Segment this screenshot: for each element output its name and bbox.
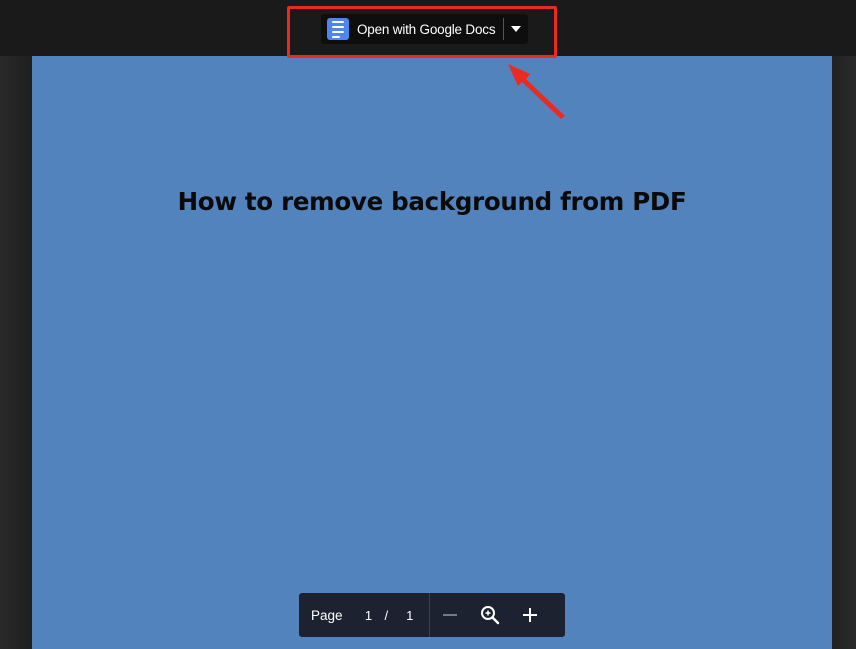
top-bar: Open with Google Docs	[0, 0, 856, 56]
document-title: How to remove background from PDF	[177, 187, 687, 216]
zoom-out-button[interactable]	[430, 593, 470, 637]
pdf-page: How to remove background from PDF	[32, 56, 832, 649]
total-pages: 1	[406, 607, 414, 623]
google-docs-icon	[327, 18, 349, 40]
open-with-google-docs-button[interactable]: Open with Google Docs	[321, 14, 503, 44]
open-with-control: Open with Google Docs	[321, 14, 529, 44]
page-separator: /	[384, 607, 389, 623]
current-page-number[interactable]: 1	[363, 608, 375, 623]
open-with-label: Open with Google Docs	[357, 21, 496, 37]
minus-icon	[443, 614, 458, 616]
zoom-icon	[481, 606, 500, 625]
caret-down-icon	[511, 26, 522, 32]
pdf-viewer: Open with Google Docs How to remove back…	[0, 0, 856, 649]
zoom-in-button[interactable]	[510, 593, 550, 637]
zoom-fit-button[interactable]	[470, 593, 510, 637]
page-label: Page	[311, 607, 343, 623]
open-with-dropdown-button[interactable]	[504, 14, 528, 44]
page-controls: Page 1 / 1	[299, 593, 565, 637]
plus-icon	[523, 608, 538, 622]
